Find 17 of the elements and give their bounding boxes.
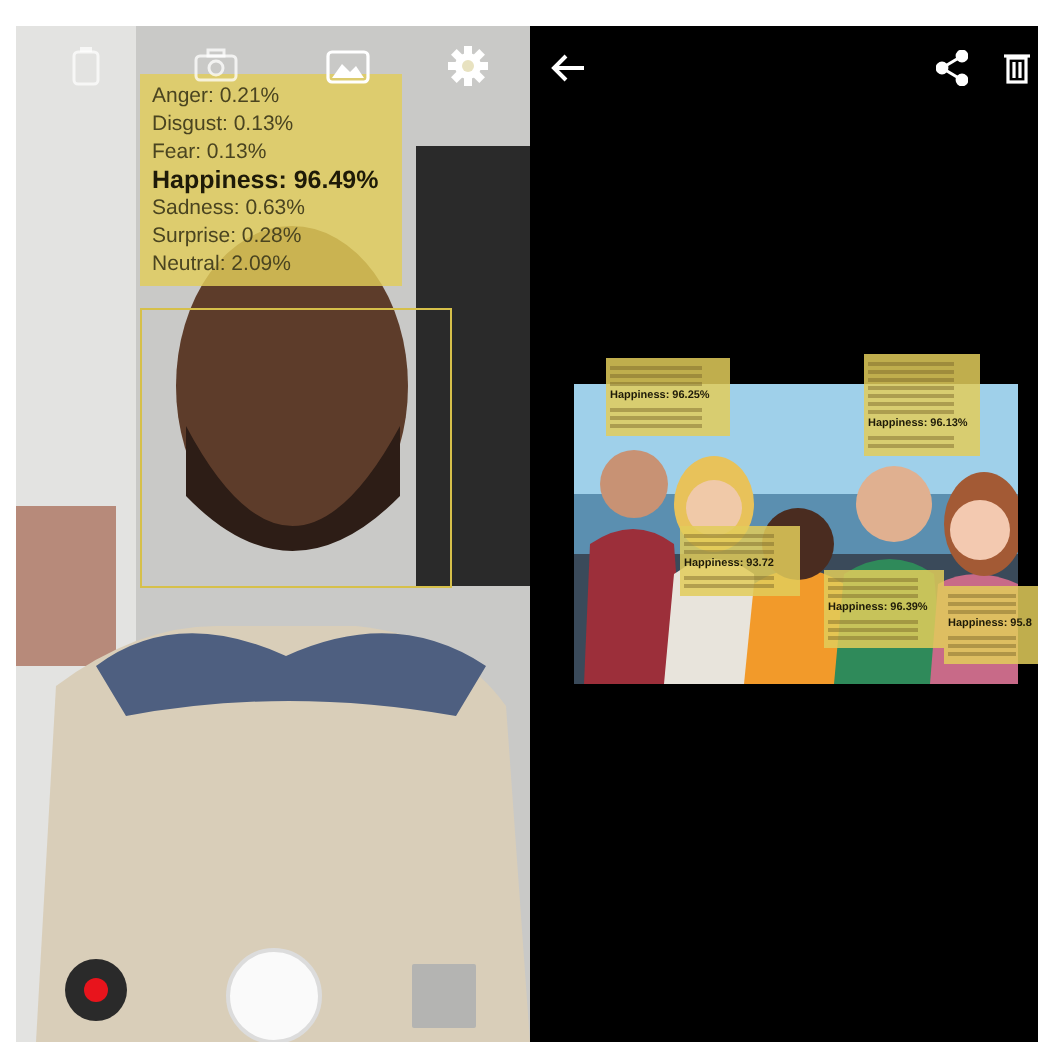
delete-icon[interactable] (1004, 52, 1030, 84)
emotion-score: Sadness: 0.63% (152, 194, 307, 222)
gallery-thumbnail[interactable] (412, 964, 476, 1028)
emotion-score: Happiness: 96.49% (152, 166, 381, 194)
shutter-button[interactable] (226, 948, 322, 1042)
gallery-icon[interactable] (326, 50, 370, 84)
camera-icon[interactable] (194, 48, 238, 82)
back-arrow-icon[interactable] (550, 52, 586, 84)
record-button[interactable] (64, 958, 128, 1022)
emotion-score: Neutral: 2.09% (152, 250, 293, 278)
battery-icon (72, 46, 100, 86)
emotion-score: Fear: 0.13% (152, 138, 269, 166)
settings-icon[interactable] (448, 46, 488, 86)
share-icon[interactable] (936, 50, 968, 86)
emotion-score: Disgust: 0.13% (152, 110, 296, 138)
emotion-score: Surprise: 0.28% (152, 222, 304, 250)
emotion-score: Anger: 0.21% (152, 82, 282, 110)
